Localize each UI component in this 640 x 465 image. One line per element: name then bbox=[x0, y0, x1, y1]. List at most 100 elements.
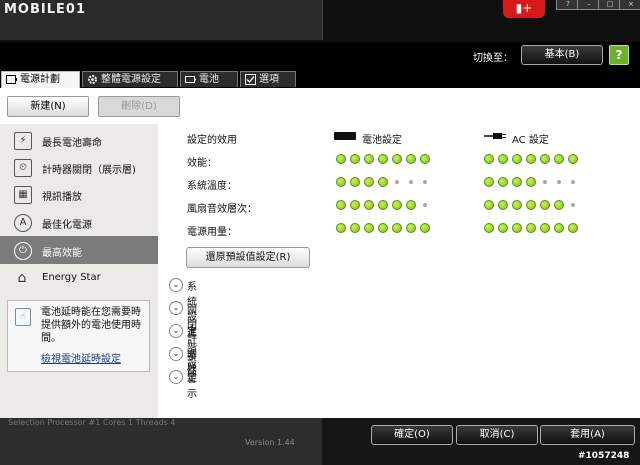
level-dot-on bbox=[364, 177, 374, 187]
plan-item-max-performance[interactable]: ⏻ 最高效能 bbox=[0, 236, 158, 264]
help-icon[interactable]: ? bbox=[609, 45, 629, 65]
optimize-icon: A bbox=[14, 214, 32, 232]
level-dot-on bbox=[336, 200, 346, 210]
settings-effect-header: 設定的效用 bbox=[187, 135, 237, 146]
level-dot-on bbox=[498, 154, 508, 164]
tab-options[interactable]: 選項 bbox=[240, 71, 296, 87]
level-dot-on bbox=[498, 223, 508, 233]
info-text: 電池延時能在您需要時提供額外的電池使用時間。 bbox=[41, 307, 141, 344]
level-dot-on bbox=[498, 177, 508, 187]
level-dot-off bbox=[409, 180, 413, 184]
battery-extension-link[interactable]: 檢視電池延時設定 bbox=[41, 350, 121, 365]
ac-settings-header: AC 設定 bbox=[512, 135, 549, 146]
level-dot-on bbox=[406, 154, 416, 164]
level-dot-on bbox=[378, 154, 388, 164]
level-dot-on bbox=[364, 154, 374, 164]
level-dot-on bbox=[554, 223, 564, 233]
level-dot-on bbox=[392, 223, 402, 233]
level-dot-on bbox=[406, 223, 416, 233]
plan-label: 計時器關閉（展示層) bbox=[42, 165, 136, 176]
level-dot-on bbox=[540, 154, 550, 164]
battery-outline-icon bbox=[6, 75, 17, 84]
level-dot-off bbox=[543, 180, 547, 184]
tab-label: 電池 bbox=[199, 74, 219, 85]
level-dot-on bbox=[498, 200, 508, 210]
plan-label: 最高效能 bbox=[42, 248, 82, 259]
battery-plug-icon: ⚡ bbox=[14, 132, 32, 150]
level-dot-on bbox=[512, 154, 522, 164]
level-dot-on bbox=[350, 154, 360, 164]
cancel-button[interactable]: 取消(C) bbox=[456, 425, 538, 445]
tab-label: 整體電源設定 bbox=[101, 74, 161, 85]
apply-button[interactable]: 套用(A) bbox=[540, 425, 635, 445]
restore-defaults-button[interactable]: 還原預設值設定(R) bbox=[186, 247, 310, 268]
new-plan-button[interactable]: 新建(N) bbox=[7, 96, 89, 117]
level-dot-off bbox=[557, 180, 561, 184]
level-dot-on bbox=[364, 200, 374, 210]
level-dot-on bbox=[336, 223, 346, 233]
level-dot-on bbox=[512, 223, 522, 233]
level-dot-on bbox=[364, 223, 374, 233]
battery-status-icon: ▮+ bbox=[503, 0, 545, 18]
background-text: Selection Processor #1 Cores 1 Threads 4 bbox=[8, 418, 176, 427]
level-dot-on bbox=[484, 177, 494, 187]
plan-list: ⚡ 最長電池壽命 ⏲ 計時器關閉（展示層) ▦ 視訊播放 A 最佳化電源 ⏻ 最… bbox=[0, 124, 158, 418]
tab-label: 電源計劃 bbox=[20, 74, 60, 85]
level-dot-on bbox=[554, 200, 564, 210]
plan-item-optimized[interactable]: A 最佳化電源 bbox=[0, 208, 158, 236]
chevron-down-icon: ⌄ bbox=[169, 278, 183, 292]
level-dot-on bbox=[378, 177, 388, 187]
close-button[interactable]: × bbox=[619, 0, 640, 10]
tab-global-settings[interactable]: 整體電源設定 bbox=[82, 71, 178, 87]
power-icon: ⏻ bbox=[14, 242, 32, 260]
chevron-down-icon: ⌄ bbox=[169, 301, 183, 315]
level-dot-on bbox=[526, 223, 536, 233]
background-version: Version 1.44 bbox=[245, 438, 295, 447]
level-dot-off bbox=[571, 203, 575, 207]
plan-label: 最佳化電源 bbox=[42, 220, 92, 231]
logo: MOBILE01 bbox=[4, 2, 86, 17]
level-dot-on bbox=[378, 200, 388, 210]
window-controls: ? – □ × bbox=[556, 0, 640, 10]
tab-battery[interactable]: 電池 bbox=[180, 71, 238, 87]
chevron-down-icon: ⌄ bbox=[169, 370, 183, 384]
level-dot-on bbox=[568, 223, 578, 233]
plan-item-video-playback[interactable]: ▦ 視訊播放 bbox=[0, 180, 158, 208]
switch-label: 切換至： bbox=[473, 53, 513, 64]
level-dot-on bbox=[484, 154, 494, 164]
delete-plan-button[interactable]: 刪除(D) bbox=[98, 96, 180, 117]
plan-item-max-battery[interactable]: ⚡ 最長電池壽命 bbox=[0, 126, 158, 154]
level-dot-on bbox=[350, 200, 360, 210]
level-dot-on bbox=[420, 154, 430, 164]
tab-label: 選項 bbox=[259, 74, 279, 85]
film-icon: ▦ bbox=[14, 186, 32, 204]
plan-item-timer-off[interactable]: ⏲ 計時器關閉（展示層) bbox=[0, 153, 158, 181]
level-dot-on bbox=[554, 154, 564, 164]
power-usage-label: 電源用量： bbox=[187, 227, 237, 238]
ok-button[interactable]: 確定(O) bbox=[371, 425, 453, 445]
watermark: #1057248 bbox=[578, 451, 630, 461]
gear-icon bbox=[88, 75, 97, 84]
level-dot-on bbox=[484, 200, 494, 210]
level-dot-on bbox=[484, 223, 494, 233]
level-dot-on bbox=[392, 154, 402, 164]
plan-label: Energy Star bbox=[42, 272, 101, 283]
level-dot-on bbox=[392, 200, 402, 210]
battery-icon bbox=[334, 132, 356, 140]
basic-mode-button[interactable]: 基本(B) bbox=[521, 45, 603, 65]
level-dot-on bbox=[336, 154, 346, 164]
energy-star-icon: ⌂ bbox=[17, 270, 27, 286]
level-dot-on bbox=[512, 177, 522, 187]
plan-label: 視訊播放 bbox=[42, 192, 82, 203]
touch-icon: ☝ bbox=[15, 308, 31, 326]
plan-item-energy-star[interactable]: ⌂ Energy Star bbox=[0, 264, 158, 292]
level-dot-on bbox=[378, 223, 388, 233]
level-dot-off bbox=[423, 203, 427, 207]
tab-power-plans[interactable]: 電源計劃 bbox=[1, 71, 80, 88]
chevron-down-icon: ⌄ bbox=[169, 347, 183, 361]
timer-off-icon: ⏲ bbox=[14, 159, 32, 177]
level-dot-off bbox=[423, 180, 427, 184]
fan-noise-label: 風扇音效層次： bbox=[187, 204, 257, 215]
level-dot-on bbox=[350, 223, 360, 233]
level-dot-on bbox=[526, 154, 536, 164]
